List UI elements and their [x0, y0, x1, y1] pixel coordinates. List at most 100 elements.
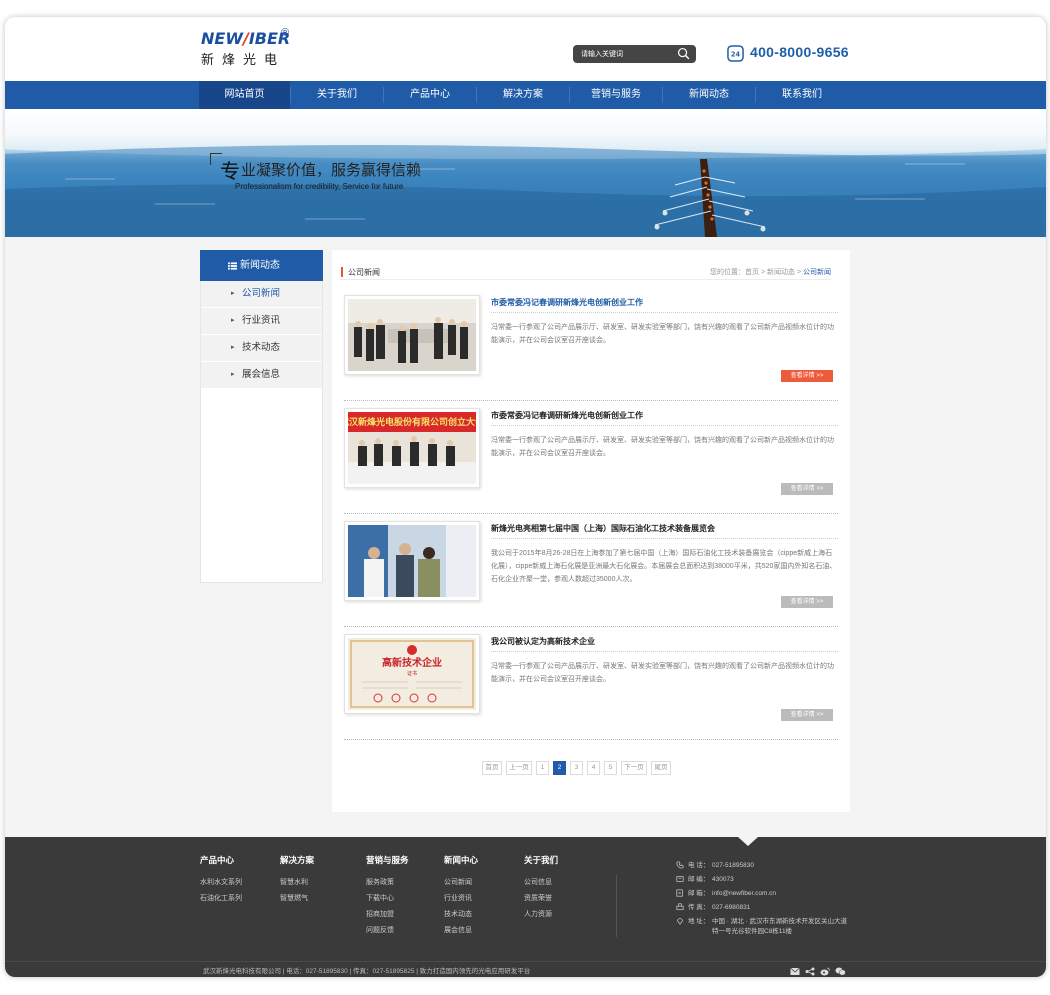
- view-details-button[interactable]: 查看详情 >>: [781, 709, 833, 721]
- footer-link[interactable]: 下载中心: [366, 893, 409, 903]
- news-summary: 冯常委一行参观了公司产品展示厅、研发室、研发实验室等部门，饶有兴趣的观看了公司新…: [491, 324, 834, 344]
- view-details-button[interactable]: 查看详情 >>: [781, 483, 833, 495]
- footer-link[interactable]: 智慧燃气: [280, 893, 314, 903]
- slogan-first-char: 专: [220, 159, 240, 183]
- caret-right-icon: ▸: [231, 371, 235, 378]
- search-input[interactable]: [581, 47, 673, 61]
- caret-right-icon: ▸: [231, 317, 235, 324]
- footer-link[interactable]: 水利水文系列: [200, 877, 242, 887]
- footer-link[interactable]: 技术动态: [444, 909, 478, 919]
- caret-right-icon: ▸: [231, 290, 235, 297]
- news-thumbnail[interactable]: 武汉新烽光电股份有限公司创立大会: [344, 408, 480, 488]
- footer-col-title: 解决方案: [280, 855, 315, 865]
- contact-label: 传 真：: [688, 904, 710, 911]
- meeting-photo: [348, 299, 476, 371]
- view-details-button[interactable]: 查看详情 >>: [781, 596, 833, 608]
- nav-products[interactable]: 产品中心: [384, 81, 476, 109]
- sidebar-title: 新闻动态: [240, 260, 280, 271]
- news-title[interactable]: 我公司被认定为高新技术企业: [491, 636, 838, 652]
- certificate-subtitle: 证书: [407, 670, 417, 677]
- nav-contact[interactable]: 联系我们: [756, 81, 848, 109]
- footer-link[interactable]: 公司新闻: [444, 877, 478, 887]
- news-thumbnail[interactable]: [344, 521, 480, 601]
- news-summary: 冯常委一行参观了公司产品展示厅、研发室、研发实验室等部门，饶有兴趣的观看了公司新…: [491, 663, 834, 683]
- breadcrumb-current: 公司新闻: [803, 269, 831, 276]
- news-title[interactable]: 市委常委冯记春调研新烽光电创新创业工作: [491, 297, 838, 313]
- footer-link[interactable]: 行业资讯: [444, 893, 478, 903]
- page-frame: NEW/IBER ® 新烽光电 24 400-8000-9656 网站首页 关于…: [5, 17, 1046, 977]
- footer-link[interactable]: 石油化工系列: [200, 893, 242, 903]
- nav-about[interactable]: 关于我们: [291, 81, 383, 109]
- news-title[interactable]: 市委常委冯记春调研新烽光电创新创业工作: [491, 410, 838, 426]
- nav-home[interactable]: 网站首页: [199, 81, 290, 109]
- section-header: 公司新闻 您的位置：首页 > 新闻动态 > 公司新闻: [341, 266, 831, 280]
- page-first[interactable]: 首页: [482, 761, 502, 775]
- slogan-cn: 业凝聚价值，服务赢得信赖: [241, 162, 422, 179]
- footer-link[interactable]: 问题反馈: [366, 925, 409, 935]
- sidebar-item-exhibitions[interactable]: ▸ 展会信息: [201, 362, 322, 388]
- news-item: 市委常委冯记春调研新烽光电创新创业工作 冯常委一行参观了公司产品展示厅、研发室、…: [344, 288, 838, 401]
- footer-link[interactable]: 服务政策: [366, 877, 409, 887]
- mail-icon[interactable]: [790, 965, 800, 975]
- footer-col-title: 关于我们: [524, 855, 559, 865]
- news-thumbnail[interactable]: [344, 295, 480, 375]
- news-title[interactable]: 新烽光电亮相第七届中国（上海）国际石油化工技术装备展览会: [491, 523, 838, 539]
- weibo-icon[interactable]: [820, 965, 830, 976]
- view-details-button[interactable]: 查看详情 >>: [781, 370, 833, 382]
- breadcrumb-news[interactable]: 新闻动态: [767, 269, 795, 276]
- contact-label: 邮 编：: [688, 876, 710, 883]
- footer-bottom-bar: 武汉新烽光电科技有限公司 | 电话：027-51895830 | 传真：027-…: [5, 961, 1046, 977]
- logo[interactable]: NEW/IBER ® 新烽光电: [201, 27, 301, 73]
- copyright-text: 武汉新烽光电科技有限公司 | 电话：027-51895830 | 传真：027-…: [203, 968, 531, 975]
- news-thumbnail[interactable]: 高新技术企业 证书: [344, 634, 480, 714]
- section-title: 公司新闻: [348, 268, 380, 277]
- footer-link[interactable]: 展会信息: [444, 925, 478, 935]
- contact-value[interactable]: info@newfiber.com.cn: [712, 889, 776, 899]
- main-content: 公司新闻 您的位置：首页 > 新闻动态 > 公司新闻 市委常委冯记春调研新烽光电…: [332, 250, 850, 812]
- news-item: 高新技术企业 证书 我公司被认定为高新技术企业 冯常委一行参观了公司产品展示厅、…: [344, 627, 838, 740]
- nav-marketing[interactable]: 营销与服务: [570, 81, 662, 109]
- svg-text:24: 24: [731, 50, 741, 58]
- nav-solutions[interactable]: 解决方案: [477, 81, 569, 109]
- exhibition-photo: [348, 525, 476, 597]
- footer-link[interactable]: 资质荣誉: [524, 893, 558, 903]
- page-next[interactable]: 下一页: [621, 761, 647, 775]
- thumbnail-banner-text: 武汉新烽光电股份有限公司创立大会: [348, 416, 476, 428]
- caret-right-icon: ▸: [231, 344, 235, 351]
- certificate-title: 高新技术企业: [382, 656, 442, 669]
- footer-link[interactable]: 公司信息: [524, 877, 558, 887]
- phone-icon: [676, 861, 684, 869]
- footer-col-title: 新闻中心: [444, 855, 479, 865]
- breadcrumb-prefix: 您的位置：: [710, 269, 745, 276]
- page-3[interactable]: 3: [570, 761, 583, 775]
- breadcrumb-home[interactable]: 首页: [745, 269, 759, 276]
- page-prev[interactable]: 上一页: [506, 761, 532, 775]
- footer-link[interactable]: 招商加盟: [366, 909, 409, 919]
- rowing-boat-image: [654, 159, 766, 237]
- sidebar-item-label: 展会信息: [242, 369, 281, 380]
- footer-col-marketing: 营销与服务 服务政策 下载中心 招商加盟 问题反馈: [366, 854, 409, 941]
- certificate-photo: 高新技术企业 证书: [348, 638, 476, 710]
- page-5[interactable]: 5: [604, 761, 617, 775]
- logo-cn: 新烽光电: [201, 52, 286, 67]
- page-4[interactable]: 4: [587, 761, 600, 775]
- main-nav: 网站首页 关于我们 产品中心 解决方案 营销与服务 新闻动态 联系我们: [5, 81, 1046, 109]
- page-last[interactable]: 尾页: [651, 761, 671, 775]
- page-1[interactable]: 1: [536, 761, 549, 775]
- footer-link[interactable]: 人力资源: [524, 909, 558, 919]
- sidebar-item-tech-news[interactable]: ▸ 技术动态: [201, 335, 322, 361]
- contact-value: 027-51895830: [712, 862, 754, 869]
- sidebar-item-label: 技术动态: [242, 342, 281, 353]
- footer-col-title: 营销与服务: [366, 855, 409, 865]
- search-icon[interactable]: [677, 47, 690, 60]
- footer-col-solutions: 解决方案 智慧水利 智慧燃气: [280, 854, 314, 909]
- header: NEW/IBER ® 新烽光电 24 400-8000-9656: [5, 17, 1046, 81]
- sidebar-item-industry-news[interactable]: ▸ 行业资讯: [201, 308, 322, 334]
- page-2[interactable]: 2: [553, 761, 566, 775]
- footer-link[interactable]: 智慧水利: [280, 877, 314, 887]
- email-icon: [676, 889, 683, 897]
- sidebar-item-company-news[interactable]: ▸ 公司新闻: [201, 281, 322, 307]
- wechat-icon[interactable]: [835, 965, 846, 976]
- share-icon[interactable]: [805, 965, 815, 976]
- nav-news[interactable]: 新闻动态: [663, 81, 755, 109]
